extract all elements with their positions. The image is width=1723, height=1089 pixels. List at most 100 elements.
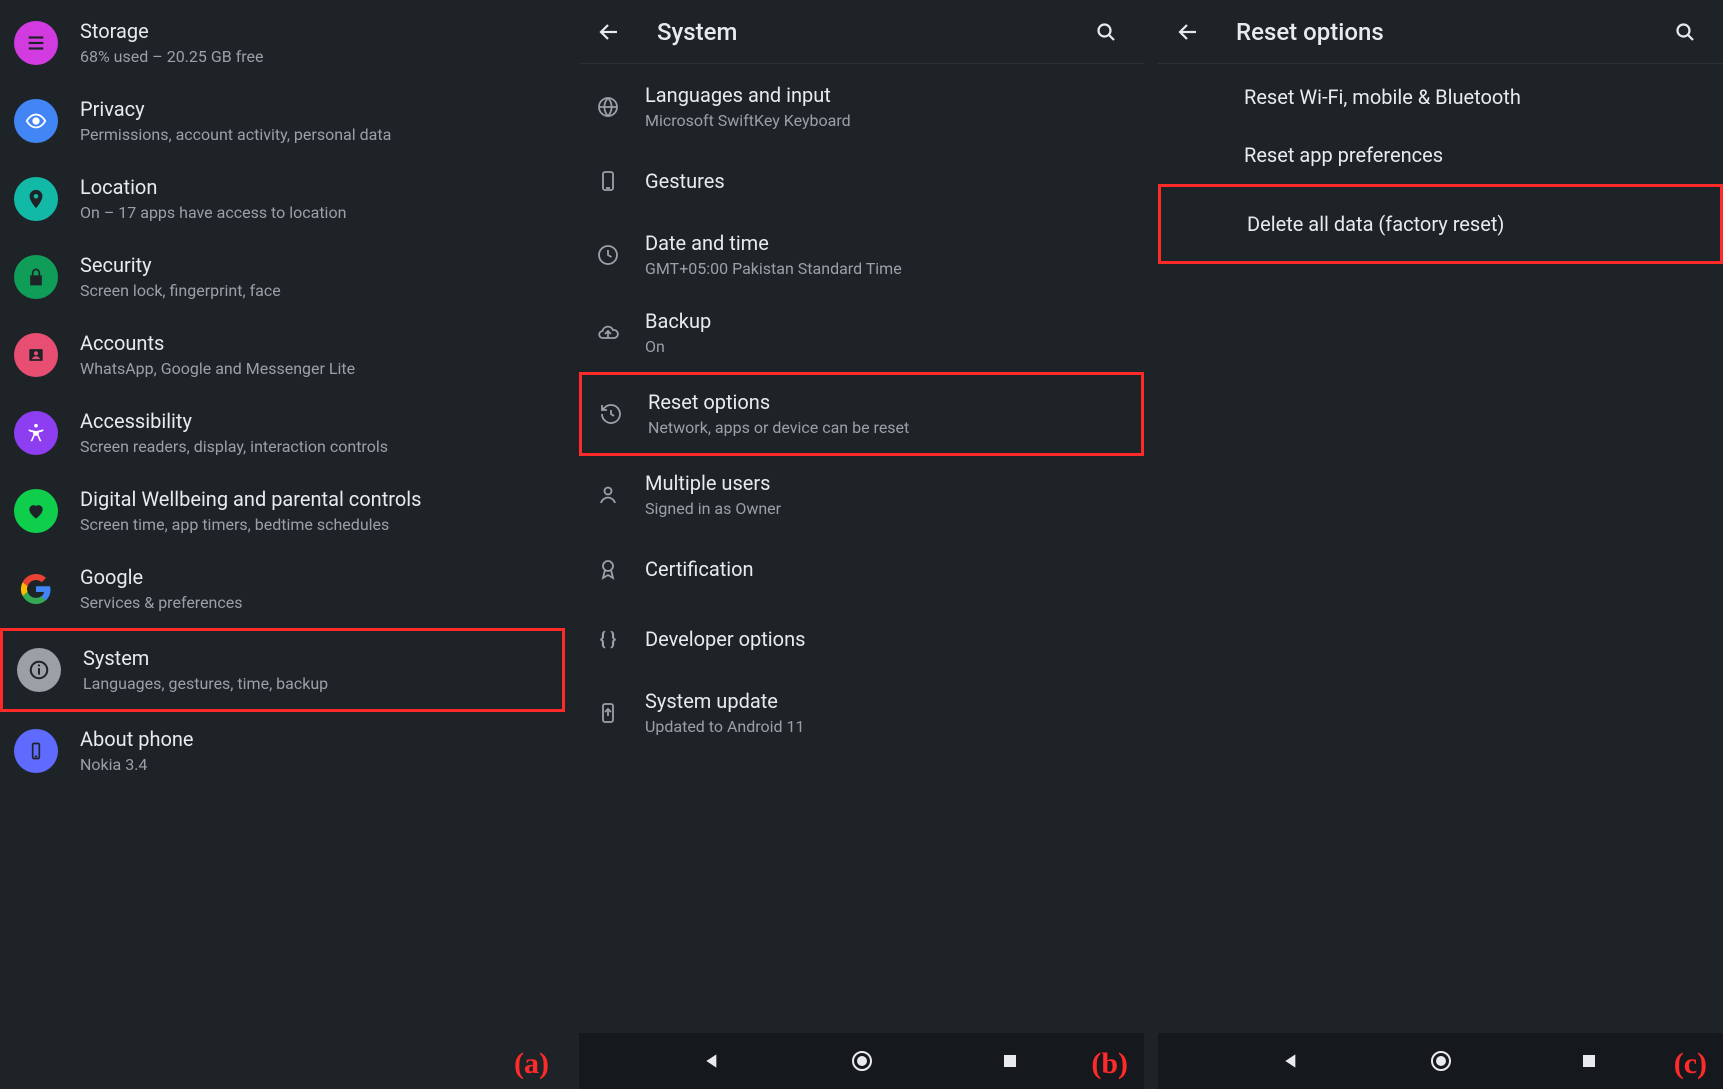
accounts-icon [14, 333, 58, 377]
back-button[interactable] [587, 10, 631, 54]
cert-title: Certification [645, 556, 754, 582]
nav-bar [1158, 1033, 1723, 1089]
setting-location[interactable]: Location On – 17 apps have access to loc… [0, 160, 565, 238]
system-title: System [83, 645, 328, 671]
globe-icon [593, 92, 623, 122]
multiusers-title: Multiple users [645, 470, 781, 496]
appbar-reset: Reset options [1158, 0, 1723, 64]
reset-wifi-option[interactable]: Reset Wi-Fi, mobile & Bluetooth [1158, 68, 1723, 126]
resetnet-title: Reset Wi-Fi, mobile & Bluetooth [1244, 84, 1521, 110]
back-button[interactable] [1166, 10, 1210, 54]
search-button[interactable] [1663, 10, 1707, 54]
setting-system[interactable]: System Languages, gestures, time, backup [0, 628, 565, 712]
reset-list: Reset Wi-Fi, mobile & Bluetooth Reset ap… [1158, 64, 1723, 264]
setting-wellbeing[interactable]: Digital Wellbeing and parental controls … [0, 472, 565, 550]
nav-recents-button[interactable] [995, 1046, 1025, 1076]
privacy-title: Privacy [80, 96, 391, 122]
wellbeing-sub: Screen time, app timers, bedtime schedul… [80, 514, 421, 536]
google-title: Google [80, 564, 243, 590]
eye-icon [14, 99, 58, 143]
security-title: Security [80, 252, 281, 278]
location-sub: On – 17 apps have access to location [80, 202, 346, 224]
backup-title: Backup [645, 308, 711, 334]
info-icon [17, 648, 61, 692]
nav-bar [579, 1033, 1144, 1089]
factory-reset-option[interactable]: Delete all data (factory reset) [1158, 184, 1723, 264]
appbar-title: System [657, 18, 1084, 46]
system-languages[interactable]: Languages and input Microsoft SwiftKey K… [579, 68, 1144, 146]
clock-icon [593, 240, 623, 270]
about-sub: Nokia 3.4 [80, 754, 194, 776]
storage-title: Storage [80, 18, 264, 44]
stage-label-a: (a) [514, 1047, 549, 1081]
system-backup[interactable]: Backup On [579, 294, 1144, 372]
accounts-sub: WhatsApp, Google and Messenger Lite [80, 358, 355, 380]
nav-home-button[interactable] [847, 1046, 877, 1076]
storage-icon [14, 21, 58, 65]
about-title: About phone [80, 726, 194, 752]
system-developer-options[interactable]: { } Developer options [579, 604, 1144, 674]
settings-list-a: Storage 68% used – 20.25 GB free Privacy… [0, 0, 565, 790]
nav-recents-button[interactable] [1574, 1046, 1604, 1076]
person-icon [593, 480, 623, 510]
gesture-icon [593, 166, 623, 196]
backup-sub: On [645, 336, 711, 358]
factory-title: Delete all data (factory reset) [1247, 211, 1504, 237]
storage-sub: 68% used – 20.25 GB free [80, 46, 264, 68]
setting-about[interactable]: About phone Nokia 3.4 [0, 712, 565, 790]
lang-sub: Microsoft SwiftKey Keyboard [645, 110, 851, 132]
stage-label-c: (c) [1674, 1047, 1707, 1081]
nav-back-button[interactable] [1277, 1046, 1307, 1076]
setting-accounts[interactable]: Accounts WhatsApp, Google and Messenger … [0, 316, 565, 394]
lang-title: Languages and input [645, 82, 851, 108]
accessibility-sub: Screen readers, display, interaction con… [80, 436, 388, 458]
braces-icon: { } [593, 624, 623, 654]
accounts-title: Accounts [80, 330, 355, 356]
update-icon [593, 698, 623, 728]
nav-home-button[interactable] [1426, 1046, 1456, 1076]
reset-sub: Network, apps or device can be reset [648, 417, 909, 439]
system-datetime[interactable]: Date and time GMT+05:00 Pakistan Standar… [579, 216, 1144, 294]
datetime-title: Date and time [645, 230, 902, 256]
search-button[interactable] [1084, 10, 1128, 54]
accessibility-title: Accessibility [80, 408, 388, 434]
nav-back-button[interactable] [698, 1046, 728, 1076]
setting-storage[interactable]: Storage 68% used – 20.25 GB free [0, 4, 565, 82]
restore-icon [596, 399, 626, 429]
system-reset-options[interactable]: Reset options Network, apps or device ca… [579, 372, 1144, 456]
system-update[interactable]: System update Updated to Android 11 [579, 674, 1144, 752]
sysupdate-sub: Updated to Android 11 [645, 716, 805, 738]
setting-google[interactable]: Google Services & preferences [0, 550, 565, 628]
phone-icon [14, 729, 58, 773]
heart-icon [14, 489, 58, 533]
system-list: Languages and input Microsoft SwiftKey K… [579, 64, 1144, 752]
resetapps-title: Reset app preferences [1244, 142, 1443, 168]
setting-privacy[interactable]: Privacy Permissions, account activity, p… [0, 82, 565, 160]
system-sub: Languages, gestures, time, backup [83, 673, 328, 695]
accessibility-icon [14, 411, 58, 455]
google-sub: Services & preferences [80, 592, 243, 614]
setting-accessibility[interactable]: Accessibility Screen readers, display, i… [0, 394, 565, 472]
privacy-sub: Permissions, account activity, personal … [80, 124, 391, 146]
stage-label-b: (b) [1091, 1047, 1128, 1081]
panel-a-settings: Storage 68% used – 20.25 GB free Privacy… [0, 0, 565, 1089]
multiusers-sub: Signed in as Owner [645, 498, 781, 520]
security-sub: Screen lock, fingerprint, face [80, 280, 281, 302]
system-gestures[interactable]: Gestures [579, 146, 1144, 216]
system-certification[interactable]: Certification [579, 534, 1144, 604]
reset-app-prefs-option[interactable]: Reset app preferences [1158, 126, 1723, 184]
setting-security[interactable]: Security Screen lock, fingerprint, face [0, 238, 565, 316]
gestures-title: Gestures [645, 168, 725, 194]
panel-c-reset: Reset options Reset Wi-Fi, mobile & Blue… [1158, 0, 1723, 1089]
system-multiple-users[interactable]: Multiple users Signed in as Owner [579, 456, 1144, 534]
location-title: Location [80, 174, 346, 200]
panel-b-system: System Languages and input Microsoft Swi… [579, 0, 1144, 1089]
sysupdate-title: System update [645, 688, 805, 714]
rosette-icon [593, 554, 623, 584]
appbar-system: System [579, 0, 1144, 64]
google-icon [14, 567, 58, 611]
appbar-title: Reset options [1236, 18, 1663, 46]
wellbeing-title: Digital Wellbeing and parental controls [80, 486, 421, 512]
location-pin-icon [14, 177, 58, 221]
devopts-title: Developer options [645, 626, 805, 652]
